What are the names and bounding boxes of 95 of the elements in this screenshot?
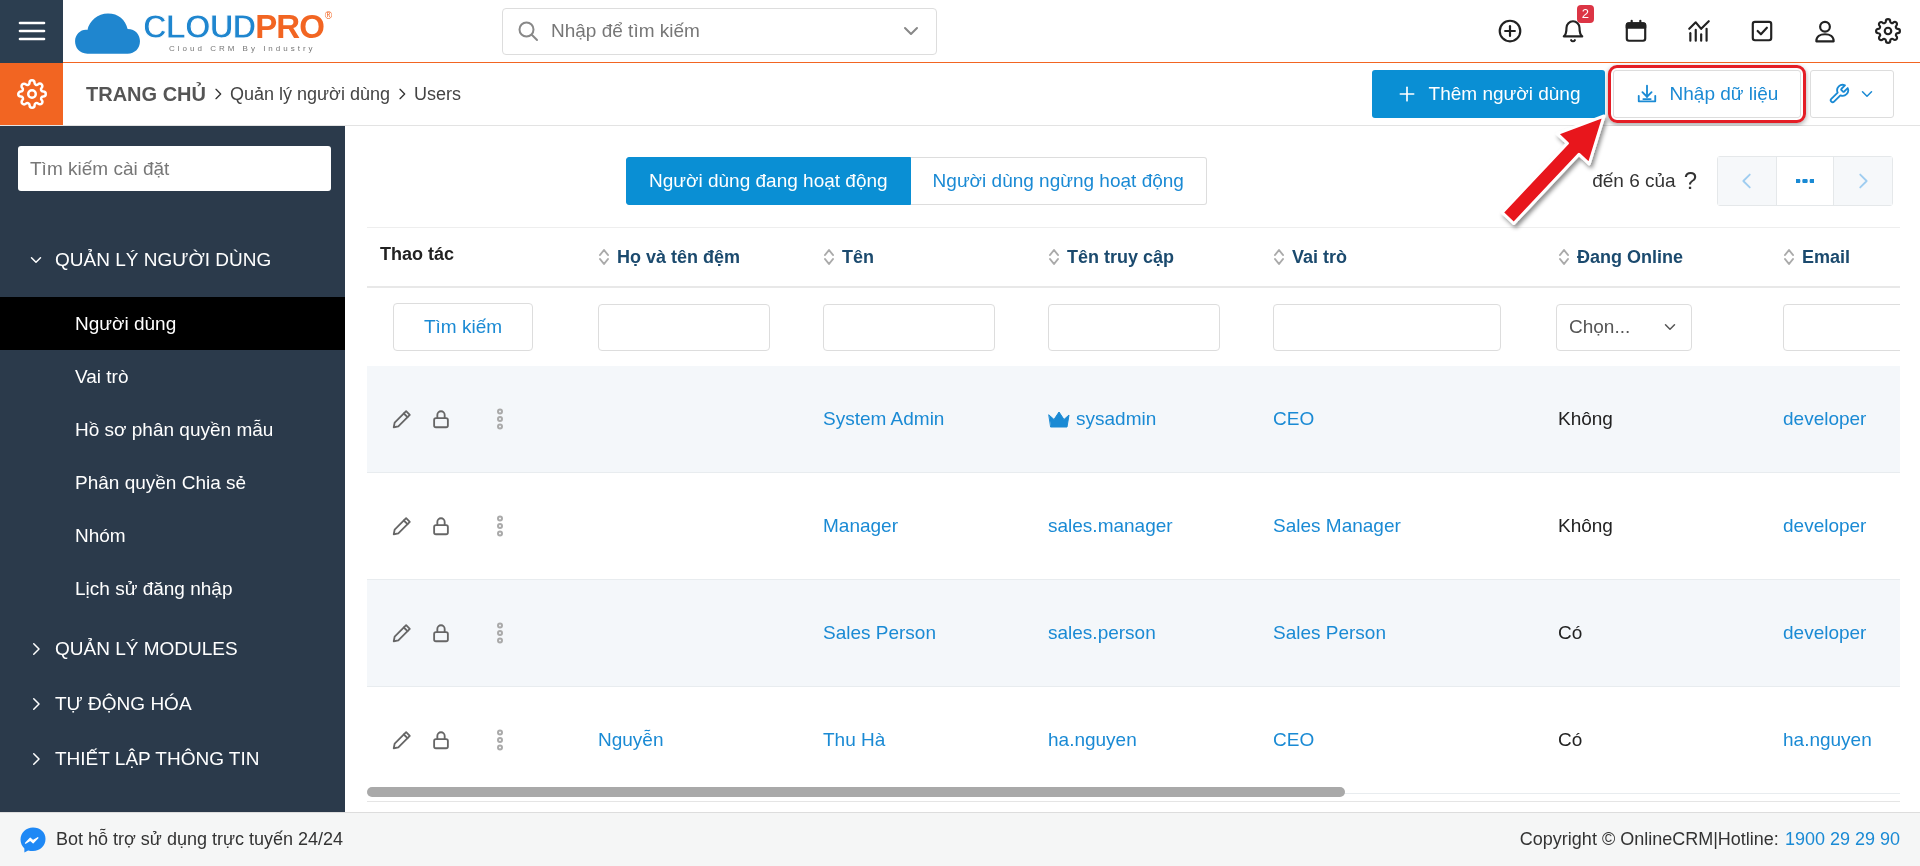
hotline-link[interactable]: 1900 29 29 90 xyxy=(1784,829,1900,849)
filter-field[interactable] xyxy=(1273,303,1501,351)
search-button[interactable]: Tìm kiếm xyxy=(393,303,533,351)
more-pages-button[interactable] xyxy=(1776,156,1834,205)
lock-icon[interactable] xyxy=(430,515,452,537)
sidebar-section[interactable]: QUẢN LÝ NGƯỜI DÙNG xyxy=(0,228,345,292)
column-header[interactable]: Vai trò xyxy=(1292,246,1348,268)
download-icon xyxy=(1635,83,1658,105)
username-link[interactable]: sales.manager xyxy=(1048,515,1173,537)
name-link[interactable]: Thu Hà xyxy=(823,729,886,751)
email-link[interactable]: ha.nguyen xyxy=(1783,729,1872,751)
sidebar-item[interactable]: Nhóm xyxy=(0,509,345,562)
sort-icon[interactable] xyxy=(1558,247,1570,267)
add-user-button[interactable]: Thêm người dùng xyxy=(1372,70,1605,118)
home-link[interactable]: TRANG CHỦ xyxy=(86,82,206,106)
email-link[interactable]: developer xyxy=(1783,515,1867,537)
online-status: Có xyxy=(1558,622,1583,644)
breadcrumb-current: Users xyxy=(413,83,461,105)
dots-icon xyxy=(1796,178,1814,183)
role-link[interactable]: Sales Person xyxy=(1273,622,1386,644)
bell-icon[interactable] xyxy=(1560,18,1586,44)
page-range-text: đến 6 của xyxy=(1592,169,1676,192)
sidebar-section[interactable]: THIẾT LẬP THÔNG TIN xyxy=(0,731,345,786)
more-icon[interactable] xyxy=(494,407,506,431)
chart-icon[interactable] xyxy=(1686,18,1712,44)
lock-icon[interactable] xyxy=(430,729,452,751)
name-link[interactable]: Manager xyxy=(823,515,898,537)
filter-select[interactable]: Chọn... xyxy=(1556,303,1692,351)
horizontal-scrollbar[interactable] xyxy=(367,787,1900,802)
name-link[interactable]: System Admin xyxy=(823,408,945,430)
search-field[interactable]: Nhập để tìm kiếm xyxy=(502,7,937,55)
sort-icon[interactable] xyxy=(598,247,610,267)
wrench-icon xyxy=(1828,83,1850,105)
filter-field[interactable] xyxy=(823,303,995,351)
column-header[interactable]: Tên xyxy=(842,246,874,268)
column-header[interactable]: Email xyxy=(1802,246,1851,268)
email-link[interactable]: developer xyxy=(1783,622,1867,644)
column-header[interactable]: Đang Online xyxy=(1577,246,1683,268)
registered-mark: ® xyxy=(324,9,333,23)
sidebar-item[interactable]: Hồ sơ phân quyền mẫu xyxy=(0,403,345,456)
settings-search-field[interactable]: Tìm kiếm cài đặt xyxy=(18,146,331,191)
chat-bot-text: Bot hỗ trợ sử dụng trực tuyến 24/24 xyxy=(56,829,344,850)
edit-icon[interactable] xyxy=(391,729,413,751)
breadcrumb-link[interactable]: Quản lý người dùng xyxy=(230,83,390,105)
more-icon[interactable] xyxy=(494,728,506,752)
first-middle-name-link[interactable]: Nguyễn xyxy=(598,729,664,751)
more-icon[interactable] xyxy=(494,621,506,645)
total-count: ? xyxy=(1683,166,1697,195)
username-link[interactable]: ha.nguyen xyxy=(1048,729,1137,751)
settings-icon[interactable] xyxy=(1875,18,1901,44)
lock-icon[interactable] xyxy=(430,622,452,644)
tab[interactable]: Người dùng ngừng hoạt động xyxy=(910,156,1207,205)
checkbox-icon[interactable] xyxy=(1749,18,1775,44)
column-header: Thao tác xyxy=(380,243,454,265)
role-link[interactable]: CEO xyxy=(1273,729,1315,751)
name-link[interactable]: Sales Person xyxy=(823,622,936,644)
brand-tagline: Cloud CRM By Industry xyxy=(169,43,317,53)
filter-field[interactable] xyxy=(598,303,770,351)
notification-badge: 2 xyxy=(1576,5,1594,23)
edit-icon[interactable] xyxy=(391,622,413,644)
online-status: Không xyxy=(1558,515,1613,537)
online-status: Không xyxy=(1558,408,1613,430)
sidebar-section[interactable]: TỰ ĐỘNG HÓA xyxy=(0,676,345,731)
sort-icon[interactable] xyxy=(823,247,835,267)
sort-icon[interactable] xyxy=(1273,247,1285,267)
import-data-button[interactable]: Nhập dữ liệu xyxy=(1613,70,1801,118)
calendar-icon[interactable] xyxy=(1623,18,1649,44)
edit-icon[interactable] xyxy=(391,408,413,430)
edit-icon[interactable] xyxy=(391,515,413,537)
username-link[interactable]: sales.person xyxy=(1048,622,1156,644)
sidebar-item[interactable]: Phân quyền Chia sẻ xyxy=(0,456,345,509)
username-link[interactable]: sysadmin xyxy=(1076,408,1157,430)
user-icon[interactable] xyxy=(1812,18,1838,44)
tab[interactable]: Người dùng đang hoạt động xyxy=(626,156,911,205)
more-icon[interactable] xyxy=(494,514,506,538)
sort-icon[interactable] xyxy=(1048,247,1060,267)
sidebar-item[interactable]: Lịch sử đăng nhập xyxy=(0,562,345,615)
sidebar-item[interactable]: Vai trò xyxy=(0,350,345,403)
role-link[interactable]: Sales Manager xyxy=(1273,515,1401,537)
add-icon[interactable] xyxy=(1497,18,1523,44)
column-header[interactable]: Tên truy cập xyxy=(1067,246,1175,268)
lock-icon[interactable] xyxy=(430,408,452,430)
online-status: Có xyxy=(1558,729,1583,751)
email-link[interactable]: developer xyxy=(1783,408,1867,430)
sort-icon[interactable] xyxy=(1783,247,1795,267)
copyright-text: Copyright © OnlineCRM|Hotline: 1900 29 29 90 xyxy=(1519,829,1900,850)
brand-name: CLOUDPRO xyxy=(143,9,324,44)
settings-icon xyxy=(16,79,47,109)
filter-field[interactable] xyxy=(1048,303,1220,351)
menu-button[interactable] xyxy=(0,0,63,63)
sidebar-section[interactable]: QUẢN LÝ MODULES xyxy=(0,621,345,676)
role-link[interactable]: CEO xyxy=(1273,408,1315,430)
sidebar-item[interactable]: Người dùng xyxy=(0,297,345,350)
tools-button[interactable] xyxy=(1810,70,1894,118)
column-header[interactable]: Họ và tên đệm xyxy=(617,246,741,268)
